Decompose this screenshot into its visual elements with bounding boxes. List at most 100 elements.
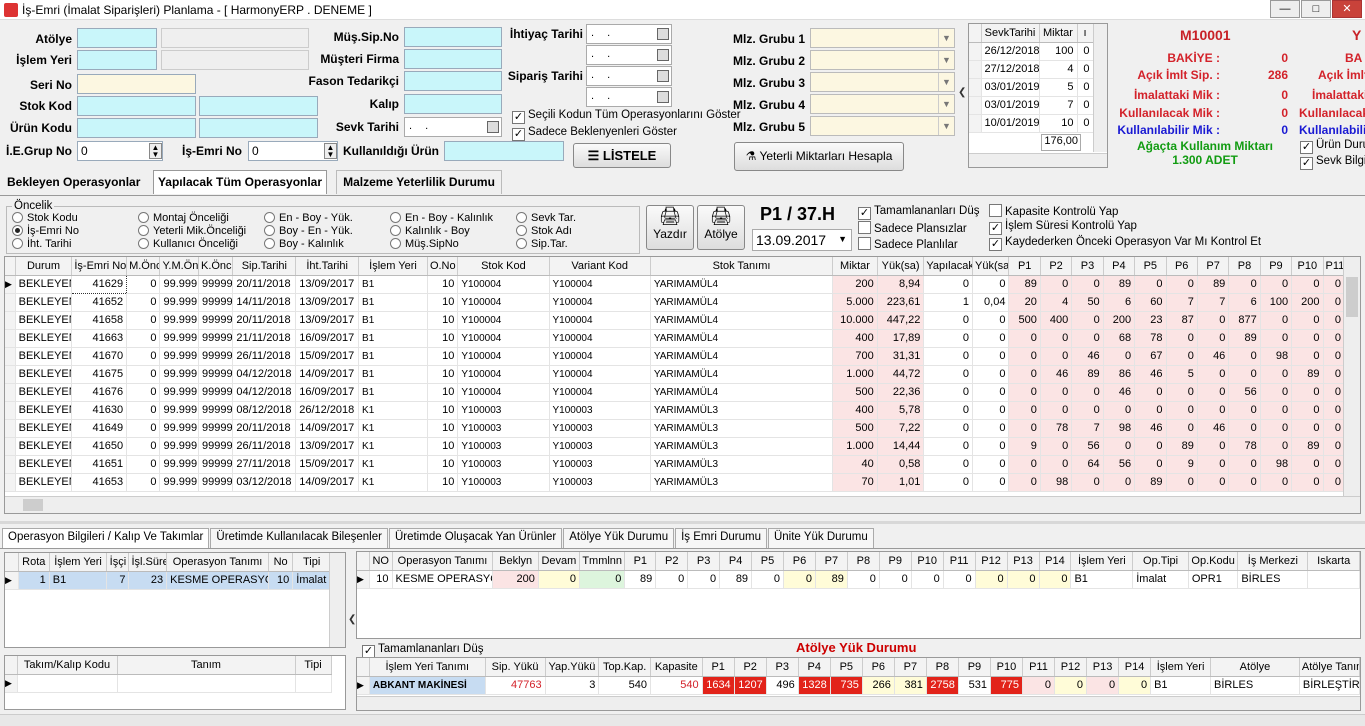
oncelik-radio[interactable]: İş-Emri No — [12, 225, 79, 237]
yuk-col-header[interactable]: Sip. Yükü — [485, 658, 546, 677]
bottom-tab[interactable]: İş Emri Durumu — [675, 528, 767, 548]
tab-yapilacak[interactable]: Yapılacak Tüm Operasyonlar — [153, 170, 327, 194]
calendar-icon[interactable] — [657, 91, 669, 103]
yuk-col-header[interactable]: P7 — [894, 658, 927, 677]
op-col-header[interactable]: P9 — [879, 552, 912, 571]
urun-kodu-desc[interactable] — [199, 118, 318, 138]
minimize-button[interactable]: — — [1270, 0, 1300, 18]
tab-bekleyen[interactable]: Bekleyen Operasyonlar — [7, 175, 140, 189]
main-col-header[interactable]: K.Önc — [198, 257, 234, 276]
sevk-col-header[interactable]: ı — [1077, 24, 1094, 43]
op-col-header[interactable]: NO — [369, 552, 393, 571]
main-col-header[interactable]: P2 — [1040, 257, 1073, 276]
panel-toggle-icon[interactable]: ❮ — [348, 600, 356, 640]
close-button[interactable]: ✕ — [1332, 0, 1362, 18]
main-col-header[interactable]: P8 — [1228, 257, 1261, 276]
main-row[interactable]: BEKLEYEN 41630 0 99.999 99999 08/12/2018 26/12… — [5, 401, 1346, 420]
sevk-tarihi-input[interactable]: . . — [404, 117, 502, 137]
main-col-header[interactable]: Yük(sa) — [877, 257, 925, 276]
sevk-row[interactable]: 03/01/2019 5 0 — [969, 78, 1094, 97]
mlz-grubu-5-select[interactable]: ▼ — [810, 116, 955, 136]
main-col-header[interactable]: O.No — [427, 257, 459, 276]
oncelik-radio[interactable]: Stok Adı — [516, 225, 572, 237]
calendar-icon[interactable] — [657, 70, 669, 82]
yuk-col-header[interactable]: İşlem Yeri — [1150, 658, 1212, 677]
fason-input[interactable] — [404, 71, 502, 91]
op-col-header[interactable]: P14 — [1039, 552, 1072, 571]
op-col-header[interactable]: Operasyon Tanımı — [392, 552, 494, 571]
op-col-header[interactable]: Iskarta — [1307, 552, 1360, 571]
main-col-header[interactable]: Miktar — [832, 257, 878, 276]
yuk-col-header[interactable]: P3 — [766, 658, 799, 677]
yuk-col-header[interactable]: P1 — [702, 658, 735, 677]
main-row[interactable]: BEKLEYEN 41652 0 99.999 99999 14/11/2018 13/09… — [5, 293, 1346, 312]
bottom-tab[interactable]: Ünite Yük Durumu — [767, 528, 874, 548]
main-col-header[interactable]: P1 — [1008, 257, 1041, 276]
main-col-header[interactable]: Sip.Tarihi — [232, 257, 297, 276]
main-row[interactable]: BEKLEYEN 41649 0 99.999 99999 20/11/2018 14/09… — [5, 419, 1346, 438]
is-emri-spinner[interactable]: ▲ ▼ — [324, 143, 337, 159]
yuk-col-header[interactable]: Atölye — [1210, 658, 1300, 677]
listele-button[interactable]: ☰ LİSTELE — [573, 143, 671, 168]
oncelik-radio[interactable]: Kullanıcı Önceliği — [138, 238, 238, 250]
oncelik-radio[interactable]: Sip.Tar. — [516, 238, 568, 250]
yuk-col-header[interactable]: P12 — [1054, 658, 1088, 677]
main-hscrollbar[interactable] — [5, 496, 1360, 513]
takim-col-header[interactable]: Tanım — [117, 656, 296, 675]
bottom-tab[interactable]: Atölye Yük Durumu — [563, 528, 675, 548]
yuk-col-header[interactable]: P10 — [990, 658, 1023, 677]
oncelik-radio[interactable]: En - Boy - Kalınlık — [390, 212, 493, 224]
op-col-header[interactable]: P12 — [975, 552, 1008, 571]
splitter[interactable] — [0, 521, 1365, 524]
yuk-col-header[interactable]: P2 — [734, 658, 767, 677]
mlz-grubu-1-select[interactable]: ▼ — [810, 28, 955, 48]
main-col-header[interactable]: P3 — [1071, 257, 1104, 276]
bottom-tab[interactable]: Üretimde Oluşacak Yan Ürünler — [388, 528, 563, 548]
takim-row[interactable]: ▶ — [5, 674, 332, 693]
rota-col-header[interactable]: Rota — [18, 553, 50, 572]
rota-col-header[interactable]: Tipi — [292, 553, 331, 572]
option-checkbox[interactable]: Sadece Plansızlar — [858, 221, 967, 235]
collapse-arrow-icon[interactable]: ❮ — [958, 78, 968, 108]
main-row[interactable]: ▶ BEKLEYEN 41629 0 99.999 99999 20/11/2018 13/0… — [5, 274, 1346, 294]
bottom-tab[interactable]: Operasyon Bilgileri / Kalıp Ve Takımlar — [2, 528, 210, 548]
takim-col-header[interactable]: Takım/Kalıp Kodu — [17, 656, 118, 675]
op-col-header[interactable]: Devam — [538, 552, 581, 571]
control-checkbox[interactable]: Kapasite Kontrolü Yap — [989, 204, 1118, 218]
op-col-header[interactable]: İşlem Yeri — [1070, 552, 1134, 571]
control-checkbox[interactable]: ✓ Kaydederken Önceki Operasyon Var Mı Kon… — [989, 236, 1261, 251]
main-row[interactable]: BEKLEYEN 41663 0 99.999 99999 21/11/2018 16/09… — [5, 329, 1346, 348]
main-col-header[interactable]: İş-Emri No — [71, 257, 128, 276]
op-col-header[interactable]: P3 — [687, 552, 721, 571]
main-col-header[interactable]: Stok Tanımı — [650, 257, 834, 276]
yuk-row[interactable]: ▶ ABKANT MAKİNESİ 47763 3 540 540 1634 1207 496 1… — [357, 676, 1360, 695]
atolye-print-button[interactable]: 🖨 Atölye — [697, 205, 745, 250]
stok-kod-input[interactable] — [77, 96, 196, 116]
op-col-header[interactable]: P2 — [655, 552, 689, 571]
main-col-header[interactable]: Variant Kod — [549, 257, 651, 276]
ihtiyac-start[interactable]: . . — [586, 24, 672, 44]
rota-row[interactable]: ▶ 1 B1 7 23 KESME OPERASYO 10 İmalat — [5, 571, 331, 590]
yuk-col-header[interactable]: Top.Kap. — [598, 658, 651, 677]
oncelik-radio[interactable]: Boy - Kalınlık — [264, 238, 344, 250]
yuk-col-header[interactable]: P13 — [1086, 658, 1120, 677]
siparis-end[interactable]: . . — [586, 87, 672, 107]
calendar-icon[interactable] — [657, 28, 669, 40]
secili-kod-checkbox[interactable]: ✓ Seçili Kodun Tüm Operasyonlarını Göster — [512, 109, 741, 124]
main-col-header[interactable]: Durum — [15, 257, 73, 276]
oncelik-radio[interactable]: Boy - En - Yük. — [264, 225, 353, 237]
oncelik-radio[interactable]: Müş.SipNo — [390, 238, 459, 250]
op-col-header[interactable]: P6 — [783, 552, 816, 571]
yuk-col-header[interactable]: P4 — [798, 658, 831, 677]
main-col-header[interactable]: İht.Tarihi — [295, 257, 360, 276]
oncelik-radio[interactable]: Sevk Tar. — [516, 212, 576, 224]
yuk-col-header[interactable]: P6 — [862, 658, 895, 677]
sevk-bilgi-checkbox[interactable]: ✓Sevk Bilgis — [1300, 155, 1365, 170]
main-col-header[interactable]: İşlem Yeri — [358, 257, 428, 276]
rota-vscrollbar[interactable] — [329, 553, 345, 647]
main-col-header[interactable]: Yapılacak — [923, 257, 973, 276]
main-col-header[interactable]: P5 — [1134, 257, 1167, 276]
op-col-header[interactable]: Op.Kodu — [1188, 552, 1239, 571]
yuk-col-header[interactable]: Kapasite — [650, 658, 703, 677]
islem-yeri-input[interactable] — [77, 50, 157, 70]
